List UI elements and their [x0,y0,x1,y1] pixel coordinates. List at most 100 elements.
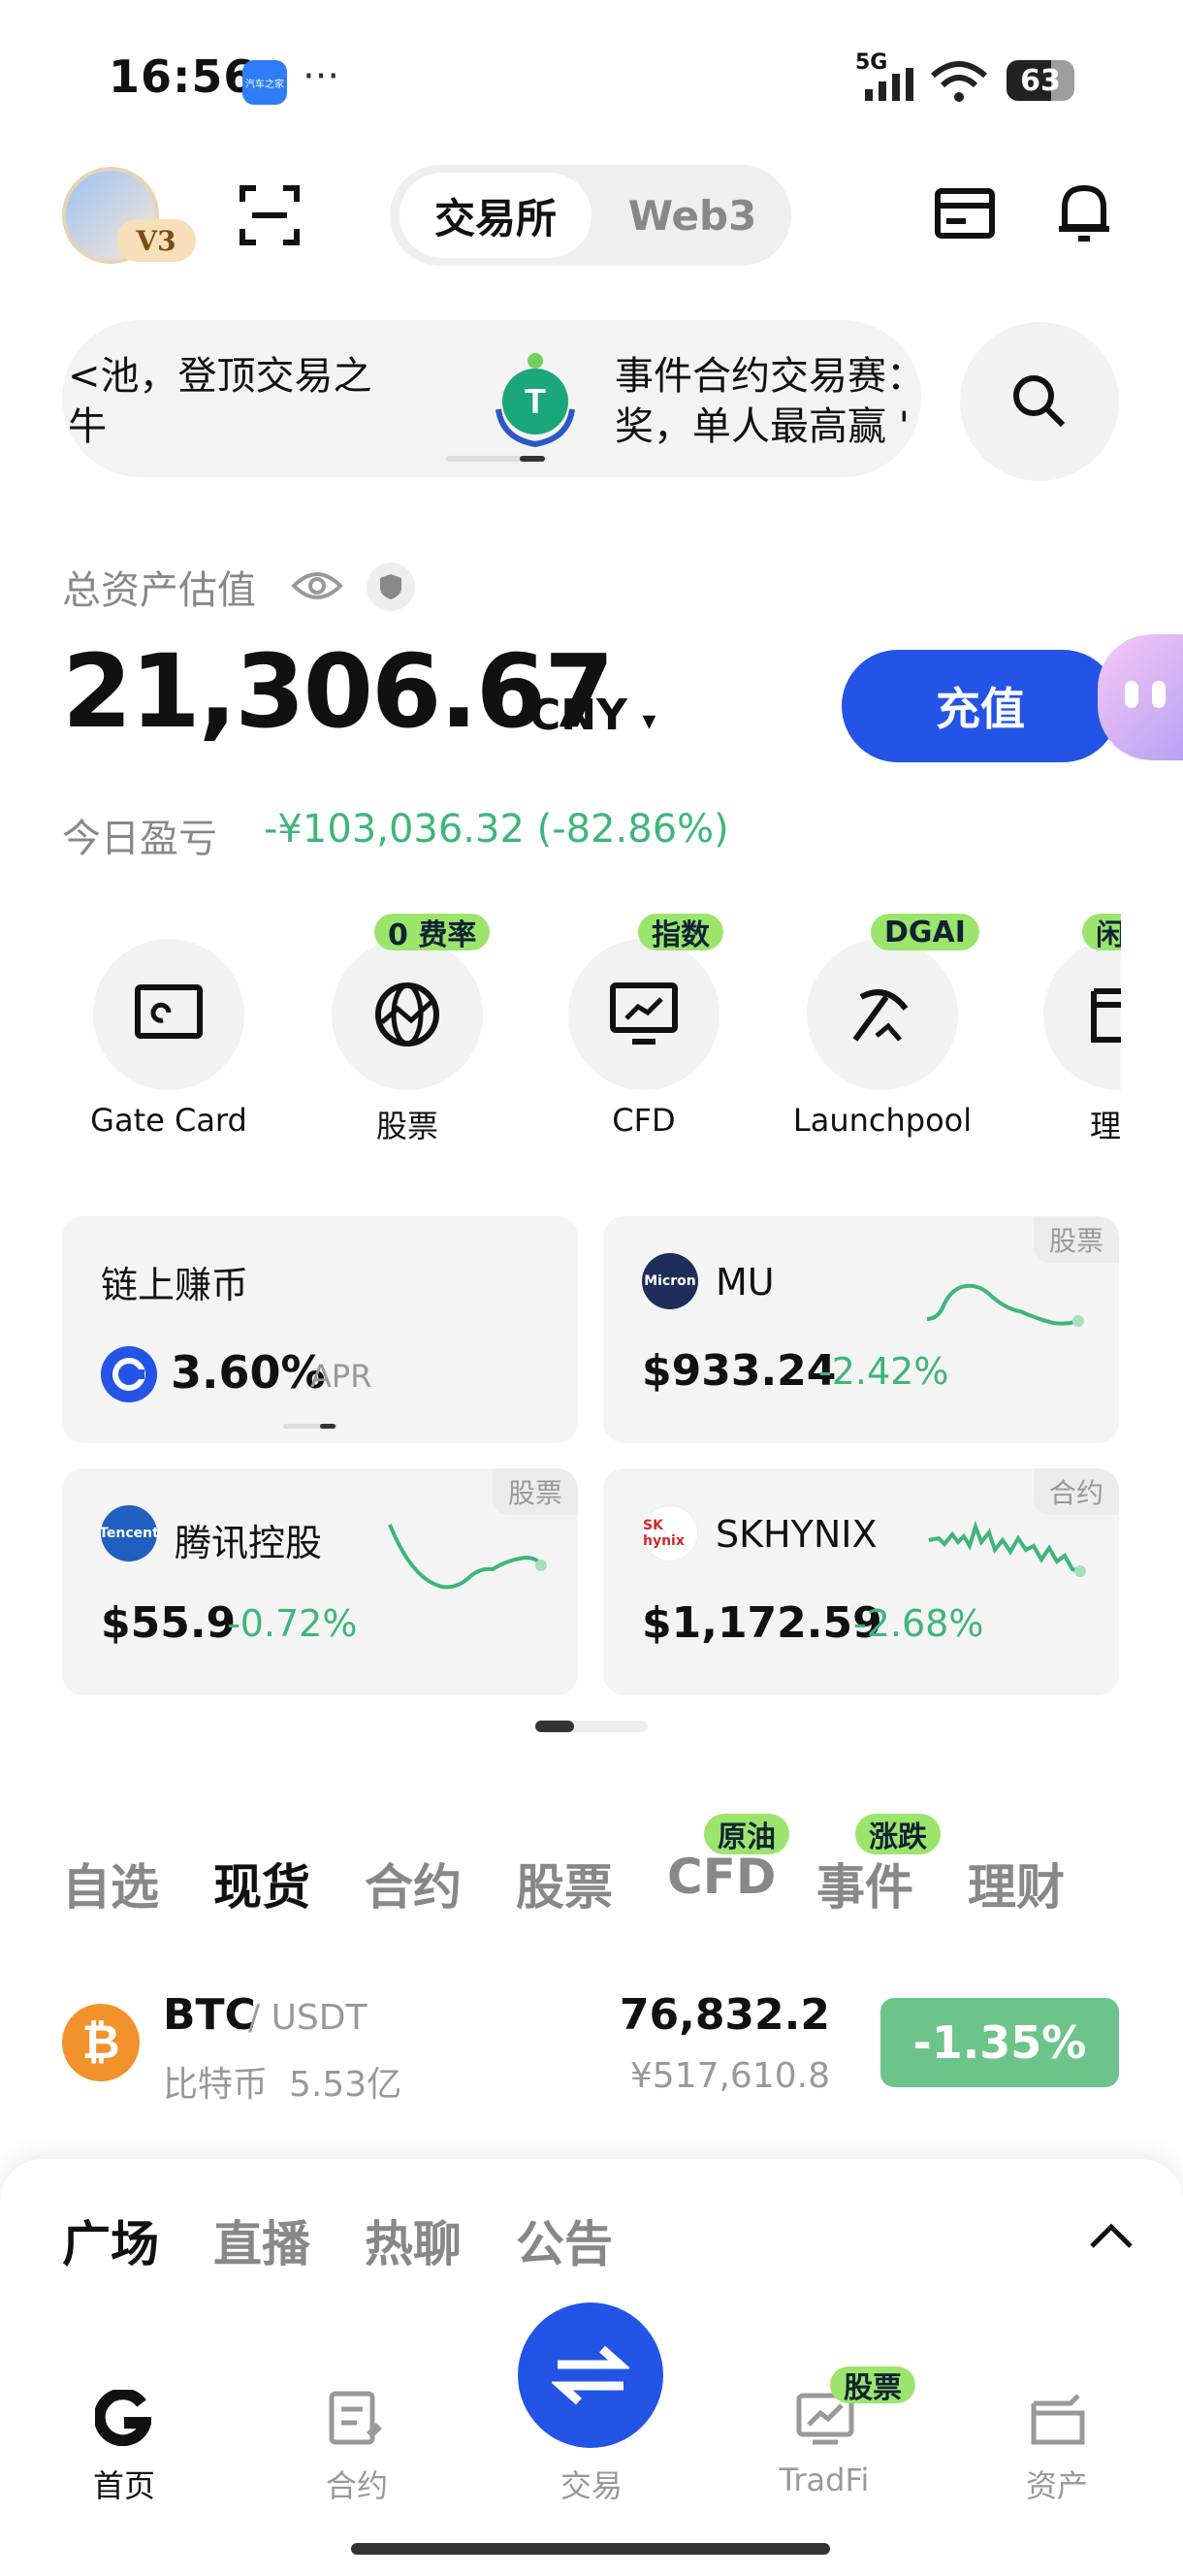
card-tag: 股票 [1033,1216,1119,1263]
battery-indicator: 63 [1007,60,1074,101]
earn-card[interactable]: 链上赚币 3.60% APR [62,1216,578,1443]
card-icon[interactable] [935,188,995,239]
currency-selector[interactable]: CNY ▾ [529,691,655,740]
stock-card-mu[interactable]: 股票 Micron MU $933.24 -2.42% [603,1216,1119,1443]
card-change: -0.72% [227,1602,358,1645]
feature-label: Launchpool [792,1102,973,1139]
pnl-label: 今日盈亏 [62,817,217,861]
ticker-price-cny: ¥517,610.8 [629,2056,830,2096]
feature-badge: 闲 [1082,914,1121,952]
banner-indicator-active [520,456,545,462]
nav-trade[interactable]: 交易 [514,2462,669,2506]
svg-text:T: T [525,381,546,421]
tab-stocks[interactable]: 股票 [516,1849,613,1918]
total-assets-label: 总资产估值 [62,568,256,613]
card-name: MU [716,1261,775,1304]
sparkline-chart [388,1524,547,1590]
tab-favorites[interactable]: 自选 [62,1849,159,1918]
ticker-change-button[interactable]: -1.35% [880,1998,1119,2087]
card-icon [135,984,203,1039]
tab-exchange[interactable]: 交易所 [400,173,592,258]
tab-announcements[interactable]: 公告 [516,2206,613,2275]
nav-futures[interactable]: 合约 [279,2462,434,2506]
sparkline-chart [926,1283,1084,1327]
status-time: 16:56 [109,50,256,103]
tab-badge: 原油 [704,1814,789,1854]
bell-icon[interactable] [1057,180,1111,244]
deposit-button[interactable]: 充值 [842,650,1119,762]
globe-icon [375,982,439,1046]
vip-badge: V3 [116,219,196,262]
tab-events[interactable]: 事件 [816,1849,913,1918]
banner-text-right: 事件合约交易赛： 奖，单人最高赢 ' [615,354,921,449]
feature-label: Gate Card [90,1102,247,1139]
banner-text-left: <池，登顶交易之牛 [68,354,372,449]
tab-hot-chat[interactable]: 热聊 [365,2206,462,2275]
wifi-icon [931,61,987,102]
card-price: $933.24 [642,1346,837,1396]
wealth-button[interactable] [1043,939,1121,1090]
tab-web3[interactable]: Web3 [601,173,783,258]
card-price: $1,172.59 [642,1598,882,1648]
card-name: 腾讯控股 [175,1522,323,1564]
banner-indicator [446,456,524,462]
card-tag: 合约 [1033,1468,1119,1515]
shield-icon[interactable] [367,563,415,611]
nav-home[interactable]: 首页 [47,2462,202,2506]
gate-card-button[interactable] [93,939,244,1090]
wallet-icon[interactable] [1028,2392,1088,2446]
tab-live[interactable]: 直播 [213,2206,310,2275]
swap-arrows-icon [552,2345,629,2405]
trade-button[interactable] [518,2302,663,2448]
ticker-volume: 5.53亿 [289,2065,402,2105]
futures-icon[interactable] [328,2390,386,2446]
tencent-logo-icon: Tencent [99,1505,159,1562]
tab-badge: 涨跌 [855,1814,941,1854]
promo-banner[interactable]: <池，登顶交易之牛 T 事件合约交易赛： 奖，单人最高赢 ' [62,320,921,477]
tab-wealth[interactable]: 理财 [968,1849,1065,1918]
tab-spot[interactable]: 现货 [213,1849,310,1918]
feature-badge: 指数 [638,914,723,952]
feature-label: 理 [1090,1108,1121,1144]
ticker-name: 比特币 [163,2065,269,2105]
card-name: SKHYNIX [716,1513,878,1556]
card-price: $55.9 [101,1598,237,1648]
tab-square[interactable]: 广场 [62,2206,159,2275]
pnl-value: -¥103,036.32 (-82.86%) [264,807,729,852]
search-icon [1013,375,1066,428]
nav-badge: 股票 [830,2367,915,2405]
chevron-up-icon[interactable] [1088,2221,1135,2250]
cards-page-indicator-active [535,1721,574,1732]
feature-row: Gate Card 0 费率 股票 指数 CFD DGAI Launchpool [0,912,1121,1144]
cfd-button[interactable] [568,939,719,1090]
feature-badge: 0 费率 [374,914,491,952]
futures-card-skhynix[interactable]: 合约 SK hynix SKHYNIX $1,172.59 -2.68% [603,1468,1119,1695]
app-notification-icon: 汽车之家 [242,60,287,105]
tab-futures[interactable]: 合约 [365,1849,462,1918]
home-indicator [351,2543,830,2555]
btc-logo-icon: ₿ [62,2004,140,2081]
skhynix-logo-icon: SK hynix [642,1505,698,1562]
nav-tradfi[interactable]: TradFi [747,2462,902,2498]
tab-cfd[interactable]: CFD [667,1849,776,1905]
card-page-indicator-active [320,1424,336,1429]
search-button[interactable] [960,322,1119,481]
more-notifications-icon: ··· [303,54,340,99]
feature-badge: DGAI [871,914,979,950]
feature-label: 股票 [375,1108,438,1144]
micron-logo-icon: Micron [642,1253,698,1309]
feature-label: CFD [612,1102,676,1139]
scan-icon[interactable] [239,184,301,246]
stocks-button[interactable] [332,939,483,1090]
home-icon[interactable] [95,2390,151,2446]
stock-card-tencent[interactable]: 股票 Tencent 腾讯控股 $55.9 -0.72% [62,1468,578,1695]
monitor-chart-icon [610,982,678,1045]
eye-icon[interactable] [291,566,343,605]
ticker-price: 76,832.2 [619,1990,830,2040]
card-tag: 股票 [492,1468,578,1515]
assistant-bot[interactable] [1098,634,1183,760]
nav-assets[interactable]: 资产 [979,2462,1135,2506]
earn-logo-icon [101,1346,157,1402]
card-change: -2.42% [818,1350,949,1393]
launchpool-button[interactable] [807,939,958,1090]
